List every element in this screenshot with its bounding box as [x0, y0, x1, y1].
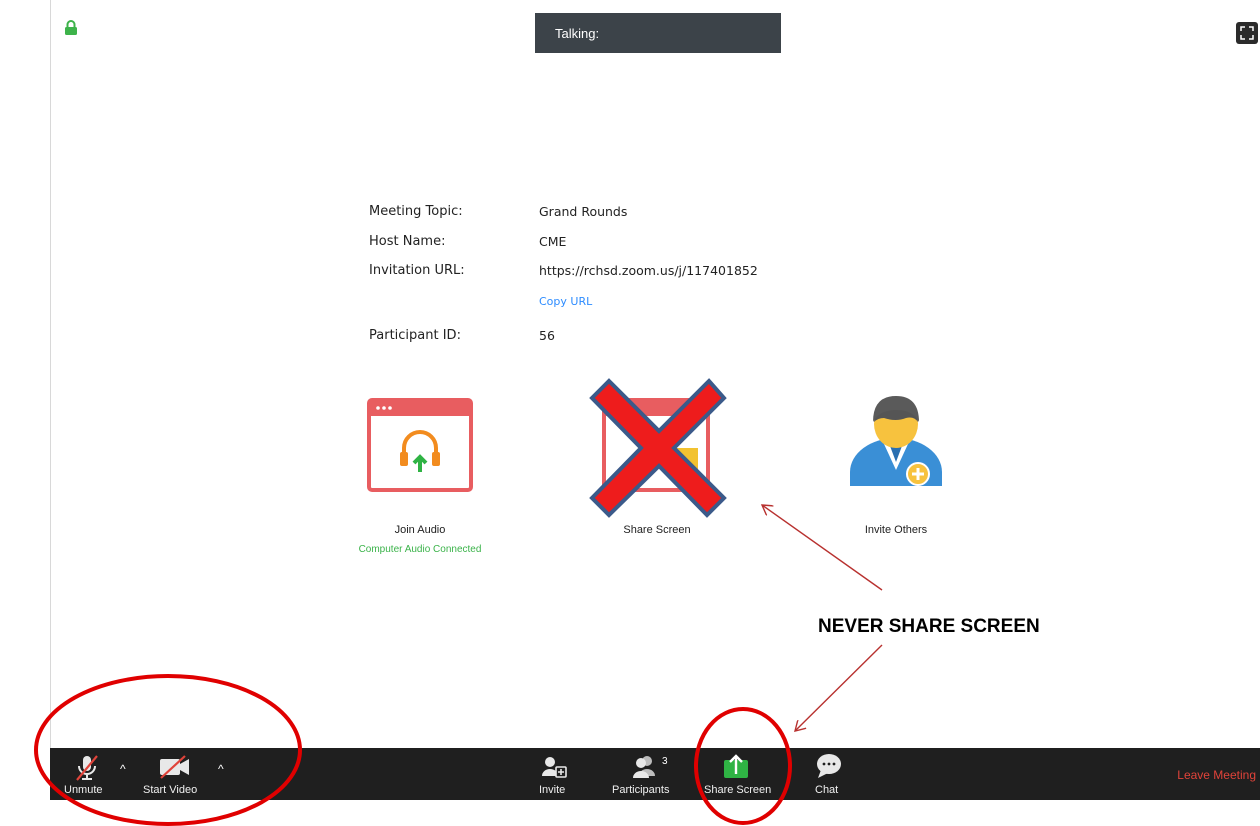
- invite-others-icon: [850, 396, 942, 486]
- talking-label: Talking:: [555, 26, 600, 41]
- share-screen-large-icon: [602, 398, 710, 492]
- share-screen-icon: [724, 754, 748, 778]
- invite-icon: [542, 757, 567, 778]
- participant-id-label: Participant ID:: [369, 328, 461, 343]
- invite-others-action[interactable]: Invite Others: [846, 392, 946, 552]
- participant-id-value: 56: [539, 328, 555, 343]
- talking-indicator: Talking:: [535, 13, 781, 53]
- host-name-value: CME: [539, 234, 567, 249]
- lock-icon[interactable]: [64, 20, 78, 36]
- video-off-icon: [160, 755, 189, 779]
- unmute-label: Unmute: [64, 784, 103, 796]
- participants-count: 3: [662, 756, 668, 767]
- window-edge: [50, 0, 51, 748]
- invite-label: Invite: [539, 784, 566, 796]
- join-audio-icon: [367, 398, 473, 492]
- chat-button[interactable]: Chat: [812, 748, 846, 800]
- start-video-label: Start Video: [143, 784, 198, 796]
- participants-button[interactable]: 3 Participants: [610, 748, 680, 800]
- start-video-button[interactable]: Start Video: [143, 748, 213, 800]
- copy-url-link[interactable]: Copy URL: [539, 295, 592, 308]
- share-screen-button[interactable]: Share Screen: [702, 748, 772, 800]
- audio-status-label: Computer Audio Connected: [358, 544, 482, 555]
- fullscreen-icon[interactable]: [1236, 22, 1258, 44]
- never-share-screen-annotation: NEVER SHARE SCREEN: [818, 616, 1040, 637]
- join-audio-action[interactable]: Join Audio Computer Audio Connected: [359, 398, 481, 558]
- invite-others-label: Invite Others: [864, 524, 928, 536]
- chat-label: Chat: [815, 784, 839, 796]
- host-name-label: Host Name:: [369, 234, 446, 249]
- video-options-caret-icon[interactable]: ^: [218, 762, 224, 776]
- join-audio-label: Join Audio: [394, 524, 446, 536]
- meeting-topic-label: Meeting Topic:: [369, 204, 463, 219]
- invite-button[interactable]: Invite: [536, 748, 576, 800]
- audio-options-caret-icon[interactable]: ^: [120, 762, 126, 776]
- unmute-button[interactable]: Unmute: [64, 748, 114, 800]
- meeting-toolbar: Unmute ^ Start Video ^ Invite 3 Particip…: [50, 748, 1260, 800]
- leave-meeting-button[interactable]: Leave Meeting: [1177, 768, 1256, 782]
- participants-icon: [633, 756, 655, 778]
- chat-icon: [817, 754, 841, 778]
- meeting-topic-value: Grand Rounds: [539, 204, 628, 219]
- invitation-url-value: https://rchsd.zoom.us/j/117401852: [539, 263, 758, 278]
- mic-muted-icon: [76, 755, 98, 781]
- arrow-to-share-button: [795, 644, 883, 731]
- share-screen-label: Share Screen: [623, 524, 691, 536]
- participants-label: Participants: [612, 784, 670, 796]
- invitation-url-label: Invitation URL:: [369, 263, 465, 278]
- share-screen-action[interactable]: Share Screen: [597, 398, 717, 558]
- share-screen-toolbar-label: Share Screen: [704, 784, 772, 796]
